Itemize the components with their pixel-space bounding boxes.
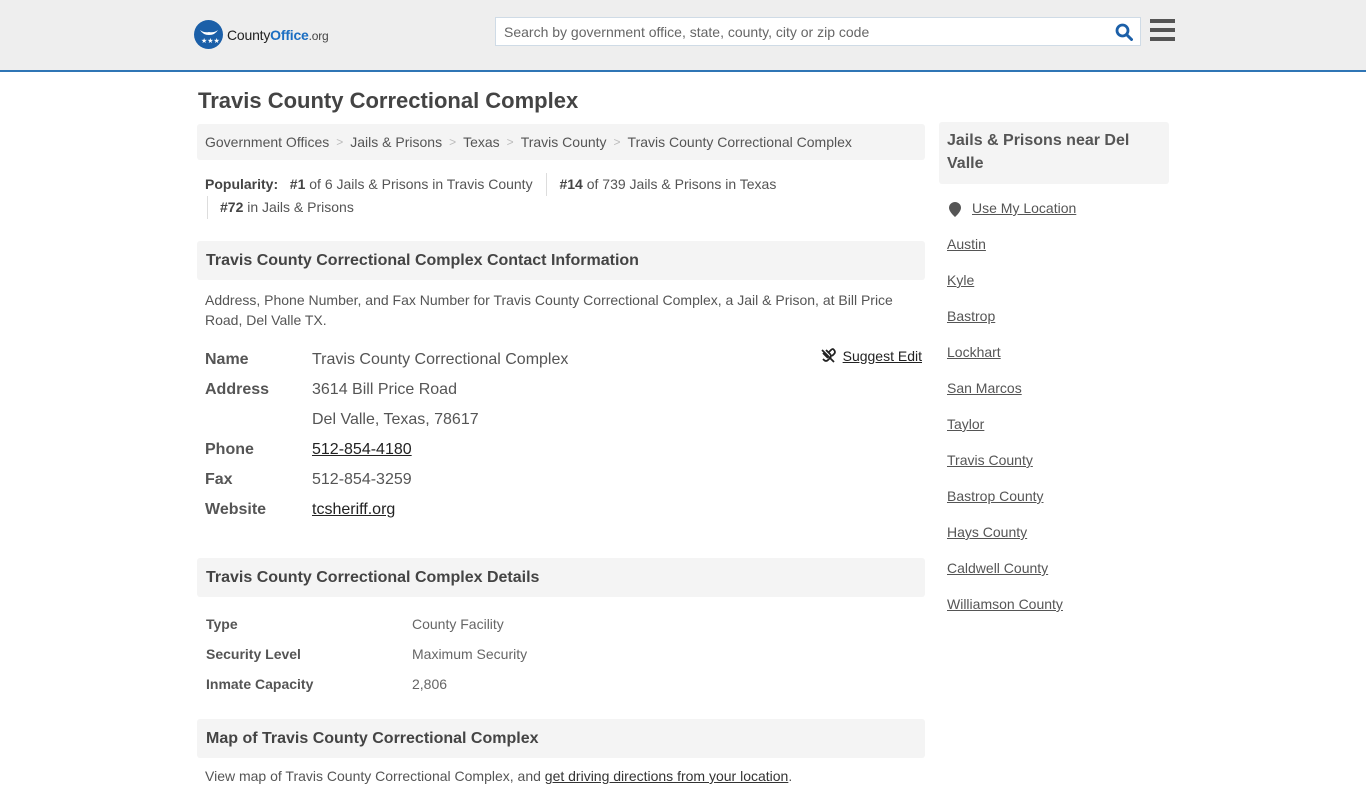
fax-number: 512-854-3259 [312, 471, 412, 488]
nearby-link-item: Caldwell County [947, 560, 1161, 596]
phone-link[interactable]: 512-854-4180 [312, 441, 412, 458]
svg-text:★★★: ★★★ [201, 37, 220, 45]
nearby-link-item: San Marcos [947, 380, 1161, 416]
nearby-link[interactable]: Williamson County [947, 596, 1063, 612]
breadcrumb-texas[interactable]: Texas [463, 134, 500, 150]
main-content: Government Offices > Jails & Prisons > Tex… [197, 124, 925, 786]
nearby-link-item: Lockhart [947, 344, 1161, 380]
details-row: Inmate Capacity 2,806 [206, 676, 448, 692]
use-my-location[interactable]: Use My Location [947, 200, 1161, 236]
breadcrumb-current: Travis County Correctional Complex [627, 134, 852, 150]
nearby-link-item: Bastrop County [947, 488, 1161, 524]
contact-info: Suggest Edit Name Travis County Correctio… [197, 330, 925, 525]
nearby-link-item: Austin [947, 236, 1161, 272]
details-table: Type County Facility Security Level Maximu… [197, 597, 925, 699]
facility-name: Travis County Correctional Complex [312, 351, 569, 368]
map-section-heading: Map of Travis County Correctional Comple… [197, 719, 925, 758]
search-input[interactable] [496, 18, 1108, 45]
nearby-link-item: Travis County [947, 452, 1161, 488]
address-line-1: 3614 Bill Price Road [312, 381, 457, 398]
search-icon [1115, 23, 1133, 41]
contact-row-fax: Fax 512-854-3259 [205, 471, 412, 488]
nearby-link[interactable]: Bastrop [947, 308, 995, 324]
suggest-edit-link[interactable]: Suggest Edit [843, 348, 922, 364]
details-section-heading: Travis County Correctional Complex Detai… [197, 558, 925, 597]
hamburger-menu-icon[interactable] [1150, 19, 1175, 41]
nearby-link[interactable]: Bastrop County [947, 488, 1044, 504]
contact-row-phone: Phone 512-854-4180 [205, 441, 412, 458]
nearby-link[interactable]: Lockhart [947, 344, 1001, 360]
breadcrumb-separator: > [336, 135, 344, 149]
breadcrumb-separator: > [506, 135, 514, 149]
nearby-list: Use My Location Austin Kyle Bastrop Lock… [939, 184, 1169, 632]
website-link[interactable]: tcsheriff.org [312, 501, 395, 518]
contact-row-address-2: Del Valle, Texas, 78617 [205, 405, 917, 435]
nearby-link-item: Hays County [947, 524, 1161, 560]
site-header: ★★★ CountyOffice.org [0, 0, 1366, 72]
popularity-national-rank: #72 in Jails & Prisons [207, 196, 354, 219]
breadcrumb-jails-prisons[interactable]: Jails & Prisons [350, 134, 442, 150]
nearby-link[interactable]: Travis County [947, 452, 1033, 468]
logo-wordmark: CountyOffice.org [227, 26, 329, 43]
contact-row-name: Name Travis County Correctional Complex [205, 351, 569, 368]
contact-row-website: Website tcsheriff.org [205, 501, 396, 518]
popularity-label: Popularity: [205, 176, 279, 192]
search-button[interactable] [1108, 18, 1140, 45]
driving-directions-link[interactable]: get driving directions from your locatio… [545, 768, 789, 784]
nearby-link[interactable]: Caldwell County [947, 560, 1048, 576]
map-description: View map of Travis County Correctional C… [205, 768, 793, 784]
nearby-link[interactable]: Kyle [947, 272, 974, 288]
use-my-location-link[interactable]: Use My Location [972, 200, 1076, 216]
popularity: Popularity: #1 of 6 Jails & Prisons in T… [197, 160, 925, 219]
nearby-link-item: Taylor [947, 416, 1161, 452]
breadcrumb-government-offices[interactable]: Government Offices [205, 134, 329, 150]
address-line-2: Del Valle, Texas, 78617 [312, 411, 479, 428]
contact-description: Address, Phone Number, and Fax Number fo… [205, 292, 893, 328]
eagle-stars-icon: ★★★ [194, 20, 223, 49]
details-row: Security Level Maximum Security [206, 646, 528, 662]
breadcrumb-separator: > [449, 135, 457, 149]
popularity-state-rank: #14 of 739 Jails & Prisons in Texas [546, 173, 776, 196]
site-logo[interactable]: ★★★ CountyOffice.org [194, 20, 329, 49]
sidebar-heading: Jails & Prisons near Del Valle [939, 122, 1169, 184]
nearby-link-item: Williamson County [947, 596, 1161, 632]
nearby-link-item: Kyle [947, 272, 1161, 308]
edit-unlink-icon [820, 348, 836, 363]
contact-row-address: Address 3614 Bill Price Road [205, 381, 457, 398]
details-row: Type County Facility [206, 616, 504, 632]
breadcrumb-travis-county[interactable]: Travis County [521, 134, 607, 150]
sidebar: Jails & Prisons near Del Valle Use My Lo… [939, 122, 1169, 632]
search-bar [495, 17, 1141, 46]
nearby-link[interactable]: Taylor [947, 416, 984, 432]
nearby-link[interactable]: Austin [947, 236, 986, 252]
nearby-link[interactable]: Hays County [947, 524, 1027, 540]
page-title: Travis County Correctional Complex [198, 88, 579, 113]
breadcrumb: Government Offices > Jails & Prisons > Tex… [197, 124, 925, 160]
nearby-link-item: Bastrop [947, 308, 1161, 344]
breadcrumb-separator: > [613, 135, 621, 149]
contact-section-heading: Travis County Correctional Complex Conta… [197, 241, 925, 280]
nearby-link[interactable]: San Marcos [947, 380, 1022, 396]
map-marker-icon [949, 202, 961, 217]
popularity-county-rank: #1 of 6 Jails & Prisons in Travis County [289, 176, 533, 192]
suggest-edit[interactable]: Suggest Edit [820, 348, 922, 364]
